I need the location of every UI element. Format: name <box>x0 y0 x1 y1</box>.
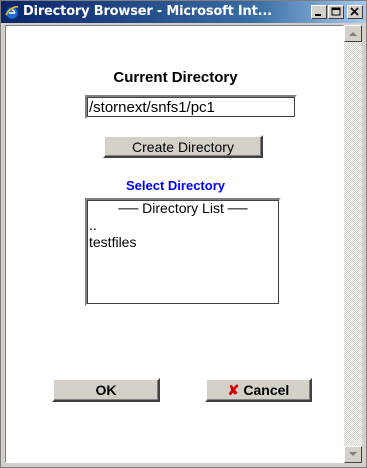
ok-button[interactable]: OK <box>52 378 160 402</box>
close-icon <box>350 7 359 16</box>
list-item[interactable]: testfiles <box>87 234 279 251</box>
window-title: Directory Browser - Microsoft Int... <box>23 4 272 19</box>
vertical-scrollbar[interactable] <box>344 25 362 463</box>
cancel-x-icon: ✘ <box>227 381 240 398</box>
maximize-button[interactable] <box>328 5 344 19</box>
arrow-up-icon <box>349 32 357 36</box>
minimize-button[interactable] <box>311 5 327 19</box>
select-directory-label: Select Directory <box>126 178 225 193</box>
ie-icon <box>5 6 19 20</box>
current-directory-heading: Current Directory <box>113 69 238 86</box>
arrow-down-icon <box>349 452 357 456</box>
minimize-icon <box>315 14 321 16</box>
scroll-up-button[interactable] <box>344 25 362 42</box>
create-directory-button[interactable]: Create Directory <box>103 135 263 158</box>
maximize-icon <box>331 7 341 16</box>
directory-list-header: ── Directory List ── <box>118 200 248 216</box>
scroll-down-button[interactable] <box>344 446 362 463</box>
directory-list[interactable]: ── Directory List ── .. testfiles <box>85 198 281 306</box>
cancel-button[interactable]: ✘ Cancel <box>205 378 312 402</box>
page-content: Current Directory Create Directory Selec… <box>5 25 344 463</box>
close-button[interactable] <box>347 5 363 19</box>
title-bar[interactable]: Directory Browser - Microsoft Int... <box>1 1 366 23</box>
current-directory-input[interactable] <box>85 95 297 119</box>
list-item[interactable]: .. <box>87 217 279 234</box>
directory-browser-window: Directory Browser - Microsoft Int... Cur… <box>0 0 367 468</box>
cancel-button-label: Cancel <box>243 381 290 398</box>
